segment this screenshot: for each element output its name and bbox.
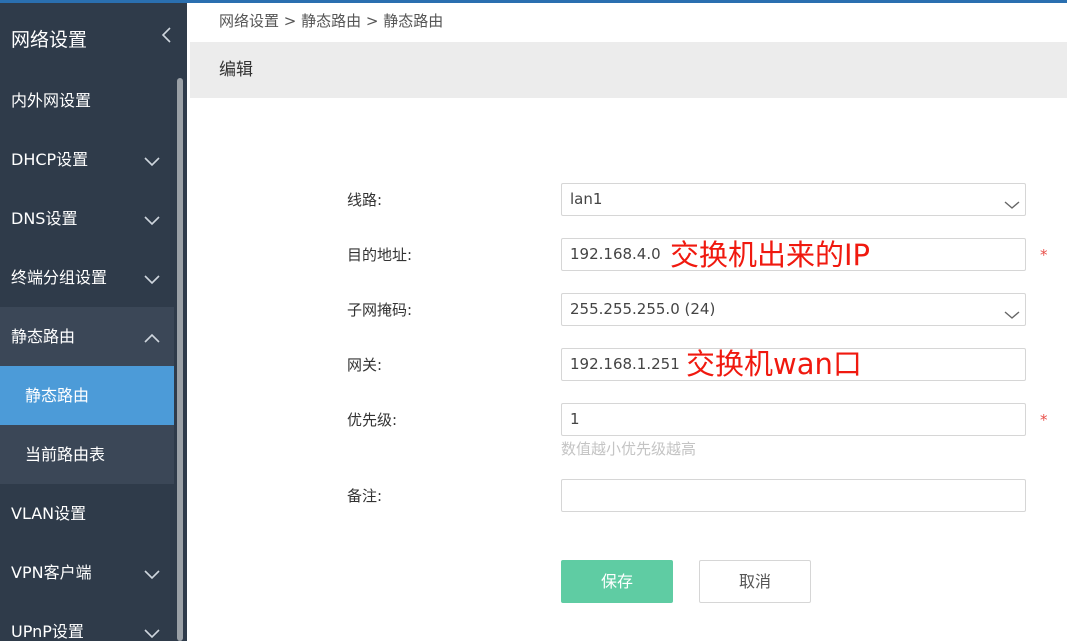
sidebar-item-dhcp[interactable]: DHCP设置 <box>0 130 174 189</box>
sidebar-subitem-label: 静态路由 <box>25 386 90 405</box>
sidebar-item-label: VPN客户端 <box>11 563 92 582</box>
sidebar-item-label: DHCP设置 <box>11 150 89 169</box>
sidebar-scrollbar[interactable] <box>177 78 183 641</box>
chevron-left-icon[interactable] <box>158 25 178 45</box>
subnet-mask-value: 255.255.255.0 (24) <box>570 300 716 318</box>
chevron-down-icon <box>143 624 161 639</box>
subnet-mask-label: 子网掩码: <box>347 301 413 319</box>
sidebar-item-label: DNS设置 <box>11 209 78 228</box>
required-mark: * <box>1040 246 1048 264</box>
chevron-down-icon <box>143 152 161 167</box>
dest-address-label: 目的地址: <box>347 246 413 264</box>
sidebar-item-label: 内外网设置 <box>11 91 92 110</box>
breadcrumb: 网络设置 > 静态路由 > 静态路由 <box>219 12 444 30</box>
sidebar: 网络设置 内外网设置 DHCP设置 DNS设置 终端分组设置 静态路由 静态路由… <box>0 3 187 641</box>
cancel-button[interactable]: 取消 <box>699 560 811 603</box>
gateway-label: 网关: <box>347 356 383 374</box>
sidebar-item-terminal-group[interactable]: 终端分组设置 <box>0 248 174 307</box>
sidebar-subitem-label: 当前路由表 <box>25 445 106 464</box>
chevron-down-icon <box>143 211 161 226</box>
chevron-down-icon <box>1004 195 1020 209</box>
sidebar-subitem-current-route-table[interactable]: 当前路由表 <box>0 425 174 484</box>
sidebar-item-label: UPnP设置 <box>11 622 84 641</box>
subnet-mask-select[interactable]: 255.255.255.0 (24) <box>561 293 1026 326</box>
page-title: 编辑 <box>219 60 253 80</box>
save-button[interactable]: 保存 <box>561 560 673 603</box>
gateway-value: 192.168.1.251 <box>570 355 680 373</box>
chevron-up-icon <box>143 329 161 343</box>
sidebar-item-upnp[interactable]: UPnP设置 <box>0 602 174 641</box>
edit-header: 编辑 <box>190 42 1067 98</box>
sidebar-item-label: 终端分组设置 <box>11 268 108 287</box>
note-input[interactable] <box>561 479 1026 512</box>
gateway-annotation: 交换机wan口 <box>686 347 862 381</box>
priority-input[interactable]: 1 <box>561 403 1026 436</box>
line-select-value: lan1 <box>570 190 603 208</box>
line-select[interactable]: lan1 <box>561 183 1026 216</box>
priority-hint: 数值越小优先级越高 <box>561 440 697 458</box>
dest-address-value: 192.168.4.0 <box>570 245 661 263</box>
sidebar-item-static-route[interactable]: 静态路由 <box>0 307 174 366</box>
sidebar-item-vpn-client[interactable]: VPN客户端 <box>0 543 174 602</box>
note-label: 备注: <box>347 487 383 505</box>
chevron-down-icon <box>143 270 161 285</box>
sidebar-item-label: 静态路由 <box>11 327 76 346</box>
required-mark: * <box>1040 411 1048 429</box>
sidebar-item-vlan[interactable]: VLAN设置 <box>0 484 174 543</box>
sidebar-item-dns[interactable]: DNS设置 <box>0 189 174 248</box>
sidebar-item-internal-external-network[interactable]: 内外网设置 <box>0 71 174 130</box>
priority-value: 1 <box>570 410 580 428</box>
dest-annotation: 交换机出来的IP <box>670 238 871 272</box>
line-label: 线路: <box>347 191 383 209</box>
sidebar-item-label: VLAN设置 <box>11 504 87 523</box>
sidebar-title: 网络设置 <box>11 29 88 51</box>
chevron-down-icon <box>143 565 161 580</box>
sidebar-header: 网络设置 <box>0 3 187 71</box>
priority-label: 优先级: <box>347 411 398 429</box>
sidebar-subitem-static-route[interactable]: 静态路由 <box>0 366 174 425</box>
chevron-down-icon <box>1004 305 1020 319</box>
